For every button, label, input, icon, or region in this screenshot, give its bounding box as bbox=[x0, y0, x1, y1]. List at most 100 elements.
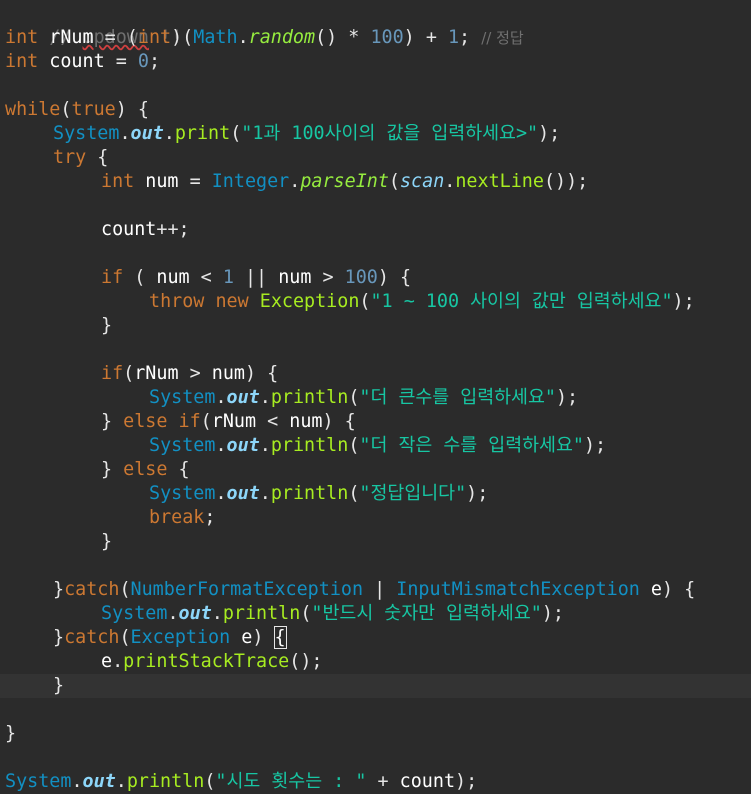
punct: ) { bbox=[244, 363, 279, 384]
number: 1 bbox=[447, 27, 460, 48]
punct: } bbox=[53, 579, 65, 600]
number: 100 bbox=[344, 267, 378, 288]
method: nextLine bbox=[455, 171, 544, 192]
code-line-17[interactable]: System.out.println("더 큰수를 입력하세요"); bbox=[149, 386, 578, 410]
variable: num bbox=[211, 363, 245, 384]
code-line-18[interactable]: } else if(rNum < num) { bbox=[101, 410, 356, 434]
code-line-31[interactable]: } bbox=[5, 722, 16, 746]
code-line-10[interactable]: count++; bbox=[101, 218, 190, 242]
punct: . bbox=[259, 387, 271, 408]
code-line-16[interactable]: if(rNum > num) { bbox=[101, 362, 278, 386]
punct: } bbox=[101, 315, 113, 336]
operator: = ( bbox=[93, 27, 138, 48]
variable: e bbox=[101, 651, 113, 672]
variable: num bbox=[156, 267, 190, 288]
code-line-29[interactable]: } bbox=[53, 674, 64, 698]
punct: ) { bbox=[377, 267, 412, 288]
keyword: int bbox=[137, 27, 172, 48]
code-line-7[interactable]: try { bbox=[53, 146, 108, 170]
string: "더 큰수를 입력하세요" bbox=[359, 387, 556, 408]
variable: rNum bbox=[38, 27, 94, 48]
punct: ( bbox=[123, 267, 157, 288]
punct: . bbox=[215, 483, 227, 504]
type: System bbox=[5, 771, 72, 792]
code-line-3[interactable]: int count = 0; bbox=[5, 50, 160, 74]
field: out bbox=[130, 123, 164, 144]
code-line-28[interactable]: e.printStackTrace(); bbox=[101, 650, 322, 674]
punct: . bbox=[215, 387, 227, 408]
punct: . bbox=[167, 603, 179, 624]
punct: ) + bbox=[403, 27, 448, 48]
string: "더 작은 수를 입력하세요" bbox=[359, 435, 584, 456]
keyword: true bbox=[71, 99, 116, 120]
punct: ( bbox=[119, 579, 131, 600]
variable: count bbox=[399, 771, 456, 792]
code-line-13[interactable]: throw new Exception("1 ~ 100 사이의 값만 입력하세… bbox=[149, 290, 695, 314]
punct: ( bbox=[204, 771, 216, 792]
type: InputMismatchException bbox=[396, 579, 640, 600]
punct: } bbox=[101, 531, 113, 552]
code-line-8[interactable]: int num = Integer.parseInt(scan.nextLine… bbox=[101, 170, 588, 194]
keyword: if bbox=[167, 411, 201, 432]
code-editor[interactable]: // updown !! int rNum = (int)(Math.rando… bbox=[0, 0, 751, 794]
code-line-2[interactable]: int rNum = (int)(Math.random() * 100) + … bbox=[5, 26, 524, 50]
punct: ( bbox=[348, 435, 360, 456]
type: Math bbox=[193, 27, 238, 48]
punct: ( bbox=[300, 603, 312, 624]
punct: ; bbox=[148, 51, 161, 72]
variable: e bbox=[639, 579, 663, 600]
code-line-14[interactable]: } bbox=[101, 314, 112, 338]
keyword: else bbox=[123, 459, 168, 480]
punct: . bbox=[259, 483, 271, 504]
code-line-19[interactable]: System.out.println("더 작은 수를 입력하세요"); bbox=[149, 434, 606, 458]
current-line-highlight bbox=[0, 674, 751, 698]
code-line-23[interactable]: } bbox=[101, 530, 112, 554]
punct: ); bbox=[466, 483, 489, 504]
code-line-20[interactable]: } else { bbox=[101, 458, 190, 482]
variable: num bbox=[278, 267, 312, 288]
code-line-25[interactable]: }catch(NumberFormatException | InputMism… bbox=[53, 578, 695, 602]
punct: ( bbox=[200, 411, 212, 432]
code-line-5[interactable]: while(true) { bbox=[5, 98, 149, 122]
code-line-6[interactable]: System.out.print("1과 100사이의 값을 입력하세요>"); bbox=[53, 122, 560, 146]
method: println bbox=[270, 483, 349, 504]
code-line-27[interactable]: }catch(Exception e) { bbox=[53, 626, 287, 650]
punct: ); bbox=[538, 123, 561, 144]
code-line-21[interactable]: System.out.println("정답입니다"); bbox=[149, 482, 488, 506]
code-line-26[interactable]: System.out.println("반드시 숫자만 입력하세요"); bbox=[101, 602, 564, 626]
code-line-22[interactable]: break; bbox=[149, 506, 215, 530]
field: out bbox=[226, 483, 260, 504]
keyword: throw bbox=[149, 291, 205, 312]
punct: { bbox=[167, 459, 190, 480]
punct: . bbox=[215, 435, 227, 456]
code-line-12[interactable]: if ( num < 1 || num > 100) { bbox=[101, 266, 411, 290]
punct: ); bbox=[583, 435, 607, 456]
method: println bbox=[222, 603, 301, 624]
punct: ( bbox=[230, 123, 242, 144]
punct: ( bbox=[348, 387, 360, 408]
variable: num bbox=[289, 411, 323, 432]
keyword: break bbox=[149, 507, 205, 528]
punct: ) { bbox=[322, 411, 356, 432]
punct: ()); bbox=[543, 171, 589, 192]
method: printStackTrace bbox=[123, 651, 290, 672]
punct: . bbox=[289, 171, 301, 192]
variable: scan bbox=[399, 171, 445, 192]
punct: } bbox=[101, 411, 124, 432]
punct: ); bbox=[541, 603, 564, 624]
operator: = bbox=[178, 171, 212, 192]
punct: (); bbox=[289, 651, 323, 672]
punct: . bbox=[444, 171, 456, 192]
method: println bbox=[126, 771, 205, 792]
keyword: if bbox=[101, 363, 124, 384]
operator: < bbox=[256, 411, 290, 432]
punct: { bbox=[86, 147, 109, 168]
punct: . bbox=[119, 123, 131, 144]
field: out bbox=[178, 603, 212, 624]
field: out bbox=[82, 771, 116, 792]
code-line-1[interactable]: // updown !! bbox=[5, 2, 182, 48]
code-line-33[interactable]: System.out.println("시도 횟수는 : " + count); bbox=[5, 770, 477, 794]
number: 100 bbox=[370, 27, 404, 48]
variable: count bbox=[101, 219, 157, 240]
punct: . bbox=[115, 771, 127, 792]
